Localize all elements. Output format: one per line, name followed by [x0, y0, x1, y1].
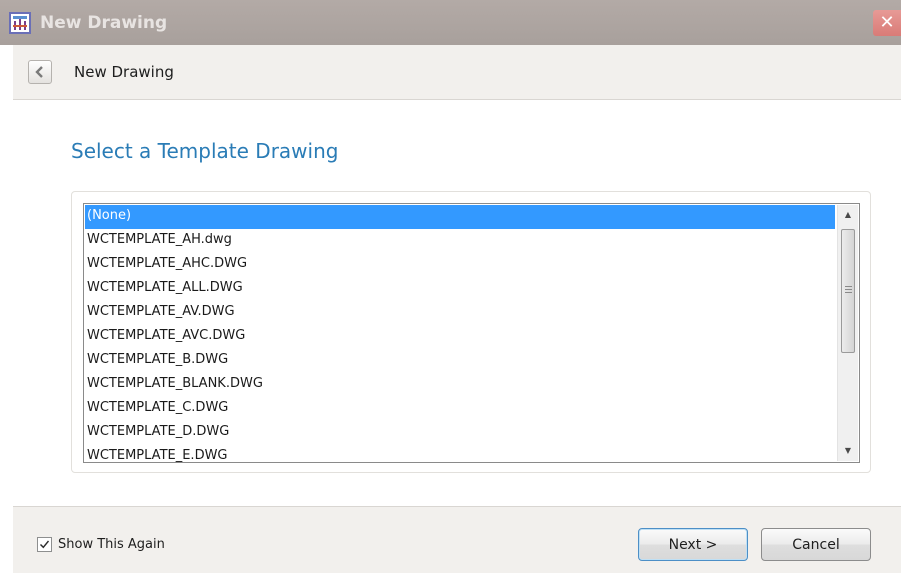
scroll-down-button[interactable]: ▼	[838, 441, 858, 461]
template-list-frame: (None) WCTEMPLATE_AH.dwg WCTEMPLATE_AHC.DW…	[71, 191, 871, 473]
close-button[interactable]: ✕	[873, 10, 901, 36]
nav-bar: New Drawing	[13, 45, 901, 100]
footer-bar: Show This Again Next > Cancel	[13, 506, 901, 573]
main-content: Select a Template Drawing (None) WCTEMPLA…	[13, 100, 901, 505]
vertical-scrollbar[interactable]: ▲ ▼	[837, 205, 858, 461]
list-item[interactable]: WCTEMPLATE_BLANK.DWG	[85, 373, 835, 397]
cancel-button[interactable]: Cancel	[761, 528, 871, 561]
list-item[interactable]: WCTEMPLATE_E.DWG	[85, 445, 835, 462]
list-item[interactable]: WCTEMPLATE_AH.dwg	[85, 229, 835, 253]
app-icon	[9, 12, 31, 34]
window-title: New Drawing	[40, 13, 168, 33]
list-item[interactable]: WCTEMPLATE_ALL.DWG	[85, 277, 835, 301]
scroll-thumb[interactable]	[841, 229, 855, 353]
template-list-items: (None) WCTEMPLATE_AH.dwg WCTEMPLATE_AHC.DW…	[85, 205, 835, 462]
grip-icon	[845, 286, 852, 293]
chevron-left-icon	[35, 66, 43, 78]
list-item[interactable]: WCTEMPLATE_C.DWG	[85, 397, 835, 421]
list-item[interactable]: WCTEMPLATE_AVC.DWG	[85, 325, 835, 349]
show-again-checkbox[interactable]	[37, 537, 52, 552]
list-item[interactable]: WCTEMPLATE_B.DWG	[85, 349, 835, 373]
title-bar[interactable]: New Drawing ✕	[0, 0, 901, 45]
checkmark-icon	[40, 540, 50, 549]
new-drawing-window: New Drawing ✕ New Drawing Select a Templ…	[0, 0, 901, 573]
list-item[interactable]: (None)	[85, 205, 835, 229]
arrow-down-icon: ▼	[844, 446, 852, 455]
arrow-up-icon: ▲	[844, 210, 852, 219]
list-item[interactable]: WCTEMPLATE_D.DWG	[85, 421, 835, 445]
show-again-label: Show This Again	[58, 537, 165, 552]
next-button[interactable]: Next >	[638, 528, 748, 561]
list-item[interactable]: WCTEMPLATE_AV.DWG	[85, 301, 835, 325]
list-item[interactable]: WCTEMPLATE_AHC.DWG	[85, 253, 835, 277]
back-button[interactable]	[28, 60, 52, 84]
template-listbox[interactable]: (None) WCTEMPLATE_AH.dwg WCTEMPLATE_AHC.DW…	[83, 203, 860, 463]
page-title: New Drawing	[74, 63, 174, 81]
scroll-up-button[interactable]: ▲	[838, 205, 858, 225]
section-heading: Select a Template Drawing	[71, 139, 339, 163]
close-icon: ✕	[879, 12, 895, 33]
